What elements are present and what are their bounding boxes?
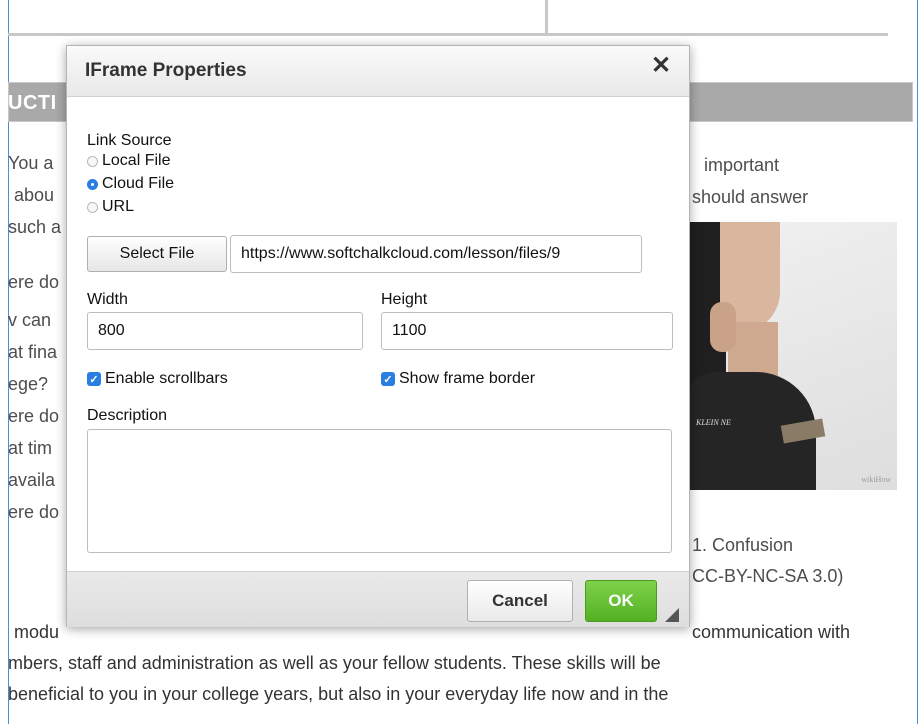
body-text-fragment: modu bbox=[14, 622, 60, 642]
body-text-line: mbers, staff and administration as well … bbox=[8, 653, 661, 673]
dialog-title: IFrame Properties bbox=[85, 60, 247, 81]
radio-url[interactable]: URL bbox=[87, 198, 134, 216]
cancel-button[interactable]: Cancel bbox=[467, 580, 573, 622]
body-text-fragment: ege? bbox=[8, 374, 49, 394]
radio-button[interactable] bbox=[87, 178, 98, 190]
file-url-input[interactable]: https://www.softchalkcloud.com/lesson/fi… bbox=[230, 235, 642, 273]
photo-caption: CC-BY-NC-SA 3.0) bbox=[692, 566, 844, 586]
link-source-label: Link Source bbox=[87, 132, 172, 149]
section-title: UCTI bbox=[8, 92, 57, 114]
height-label: Height bbox=[381, 291, 428, 308]
body-text-fragment: ere do bbox=[8, 502, 60, 522]
body-text-fragment: v can bbox=[8, 310, 52, 330]
dialog-footer: Cancel OK bbox=[67, 571, 689, 627]
select-file-button[interactable]: Select File bbox=[87, 236, 227, 272]
checkbox-label: Enable scrollbars bbox=[105, 370, 228, 387]
show-frame-border-checkbox[interactable]: ✓ Show frame border bbox=[381, 369, 535, 389]
table-cell-divider bbox=[545, 0, 548, 33]
checkbox-check-icon[interactable]: ✓ bbox=[381, 372, 395, 386]
checkbox-check-icon[interactable]: ✓ bbox=[87, 372, 101, 386]
photo-shirt-text: KLEIN NE bbox=[696, 418, 731, 427]
height-input[interactable]: 1100 bbox=[381, 312, 673, 350]
body-text-fragment: abou bbox=[14, 185, 55, 205]
body-text-fragment: availa bbox=[8, 470, 56, 490]
radio-button[interactable] bbox=[87, 201, 98, 213]
body-text-fragment: ere do bbox=[8, 406, 60, 426]
resize-grip-icon[interactable] bbox=[665, 608, 679, 622]
ok-button[interactable]: OK bbox=[585, 580, 657, 622]
body-text-fragment: important bbox=[704, 155, 780, 175]
radio-local-file[interactable]: Local File bbox=[87, 152, 170, 170]
radio-label: Cloud File bbox=[102, 175, 175, 192]
width-input[interactable]: 800 bbox=[87, 312, 363, 350]
dialog-header[interactable]: IFrame Properties ✕ bbox=[67, 46, 689, 97]
photo-watermark: wikiHow bbox=[861, 475, 891, 484]
radio-cloud-file[interactable]: Cloud File bbox=[87, 175, 174, 193]
body-text-fragment: at tim bbox=[8, 438, 53, 458]
description-textarea[interactable] bbox=[87, 429, 672, 553]
body-text-line: beneficial to you in your college years,… bbox=[8, 684, 669, 704]
frame-right-border bbox=[917, 0, 918, 724]
enable-scrollbars-checkbox[interactable]: ✓ Enable scrollbars bbox=[87, 369, 228, 389]
radio-button[interactable] bbox=[87, 155, 98, 167]
body-text-fragment: ere do bbox=[8, 272, 60, 292]
iframe-properties-dialog: IFrame Properties ✕ Link Source Local Fi… bbox=[66, 45, 690, 627]
width-label: Width bbox=[87, 291, 128, 308]
table-bottom-border bbox=[8, 33, 888, 36]
body-text-fragment: such a bbox=[8, 217, 62, 237]
lesson-photo: KLEIN NE wikiHow bbox=[686, 222, 897, 490]
body-text-fragment: You a bbox=[8, 153, 54, 173]
body-text-fragment: should answer bbox=[692, 187, 809, 207]
body-text-fragment: at fina bbox=[8, 342, 58, 362]
close-icon[interactable]: ✕ bbox=[651, 54, 671, 78]
radio-label: Local File bbox=[102, 152, 171, 169]
description-label: Description bbox=[87, 407, 168, 424]
checkbox-label: Show frame border bbox=[399, 370, 536, 387]
body-text-fragment: communication with bbox=[692, 622, 851, 642]
photo-caption: 1. Confusion bbox=[692, 535, 794, 555]
radio-label: URL bbox=[102, 198, 135, 215]
